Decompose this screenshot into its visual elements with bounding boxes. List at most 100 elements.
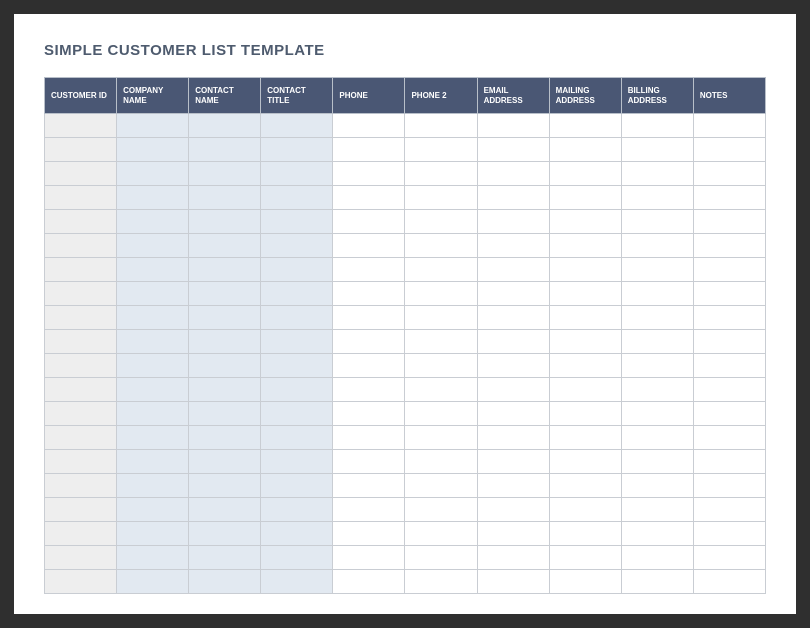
table-cell[interactable] xyxy=(261,570,333,594)
table-cell[interactable] xyxy=(189,258,261,282)
table-cell[interactable] xyxy=(45,498,117,522)
table-cell[interactable] xyxy=(261,426,333,450)
table-cell[interactable] xyxy=(189,426,261,450)
table-cell[interactable] xyxy=(117,426,189,450)
table-cell[interactable] xyxy=(405,546,477,570)
table-cell[interactable] xyxy=(45,426,117,450)
table-cell[interactable] xyxy=(189,522,261,546)
table-cell[interactable] xyxy=(621,306,693,330)
table-cell[interactable] xyxy=(45,306,117,330)
table-cell[interactable] xyxy=(477,354,549,378)
table-cell[interactable] xyxy=(621,402,693,426)
table-cell[interactable] xyxy=(45,162,117,186)
table-cell[interactable] xyxy=(621,498,693,522)
table-cell[interactable] xyxy=(117,522,189,546)
table-cell[interactable] xyxy=(261,330,333,354)
table-cell[interactable] xyxy=(261,522,333,546)
table-cell[interactable] xyxy=(693,570,765,594)
table-cell[interactable] xyxy=(117,498,189,522)
table-cell[interactable] xyxy=(693,210,765,234)
table-cell[interactable] xyxy=(117,402,189,426)
table-cell[interactable] xyxy=(189,282,261,306)
table-cell[interactable] xyxy=(45,258,117,282)
table-cell[interactable] xyxy=(405,570,477,594)
table-cell[interactable] xyxy=(549,282,621,306)
table-cell[interactable] xyxy=(621,186,693,210)
table-cell[interactable] xyxy=(549,234,621,258)
table-cell[interactable] xyxy=(261,450,333,474)
table-cell[interactable] xyxy=(549,450,621,474)
table-cell[interactable] xyxy=(405,282,477,306)
table-cell[interactable] xyxy=(405,138,477,162)
table-cell[interactable] xyxy=(477,546,549,570)
table-cell[interactable] xyxy=(621,138,693,162)
table-cell[interactable] xyxy=(477,426,549,450)
table-cell[interactable] xyxy=(117,354,189,378)
table-cell[interactable] xyxy=(117,450,189,474)
table-cell[interactable] xyxy=(333,282,405,306)
table-cell[interactable] xyxy=(189,354,261,378)
table-cell[interactable] xyxy=(693,234,765,258)
table-cell[interactable] xyxy=(261,474,333,498)
table-cell[interactable] xyxy=(621,354,693,378)
table-cell[interactable] xyxy=(261,234,333,258)
table-cell[interactable] xyxy=(333,258,405,282)
table-cell[interactable] xyxy=(261,282,333,306)
table-cell[interactable] xyxy=(549,306,621,330)
table-cell[interactable] xyxy=(117,138,189,162)
table-cell[interactable] xyxy=(117,186,189,210)
table-cell[interactable] xyxy=(477,378,549,402)
table-cell[interactable] xyxy=(45,402,117,426)
table-cell[interactable] xyxy=(189,138,261,162)
table-cell[interactable] xyxy=(45,522,117,546)
table-cell[interactable] xyxy=(333,474,405,498)
table-cell[interactable] xyxy=(189,162,261,186)
table-cell[interactable] xyxy=(333,522,405,546)
table-cell[interactable] xyxy=(477,282,549,306)
table-cell[interactable] xyxy=(477,258,549,282)
table-cell[interactable] xyxy=(621,258,693,282)
table-cell[interactable] xyxy=(333,498,405,522)
table-cell[interactable] xyxy=(405,114,477,138)
table-cell[interactable] xyxy=(405,258,477,282)
table-cell[interactable] xyxy=(189,114,261,138)
table-cell[interactable] xyxy=(117,210,189,234)
table-cell[interactable] xyxy=(477,522,549,546)
table-cell[interactable] xyxy=(189,306,261,330)
table-cell[interactable] xyxy=(549,570,621,594)
table-cell[interactable] xyxy=(261,402,333,426)
table-cell[interactable] xyxy=(261,354,333,378)
table-cell[interactable] xyxy=(333,162,405,186)
table-cell[interactable] xyxy=(45,450,117,474)
table-cell[interactable] xyxy=(477,474,549,498)
table-cell[interactable] xyxy=(549,138,621,162)
table-cell[interactable] xyxy=(693,282,765,306)
table-cell[interactable] xyxy=(405,522,477,546)
table-cell[interactable] xyxy=(477,498,549,522)
table-cell[interactable] xyxy=(549,330,621,354)
table-cell[interactable] xyxy=(405,426,477,450)
table-cell[interactable] xyxy=(117,258,189,282)
table-cell[interactable] xyxy=(405,402,477,426)
table-cell[interactable] xyxy=(333,114,405,138)
table-cell[interactable] xyxy=(405,498,477,522)
table-cell[interactable] xyxy=(549,522,621,546)
table-cell[interactable] xyxy=(693,138,765,162)
table-cell[interactable] xyxy=(693,162,765,186)
table-cell[interactable] xyxy=(45,138,117,162)
table-cell[interactable] xyxy=(549,378,621,402)
table-cell[interactable] xyxy=(693,522,765,546)
table-cell[interactable] xyxy=(405,330,477,354)
table-cell[interactable] xyxy=(117,570,189,594)
table-cell[interactable] xyxy=(189,186,261,210)
table-cell[interactable] xyxy=(549,426,621,450)
table-cell[interactable] xyxy=(549,114,621,138)
table-cell[interactable] xyxy=(45,234,117,258)
table-cell[interactable] xyxy=(477,210,549,234)
table-cell[interactable] xyxy=(693,474,765,498)
table-cell[interactable] xyxy=(477,402,549,426)
table-cell[interactable] xyxy=(477,234,549,258)
table-cell[interactable] xyxy=(477,306,549,330)
table-cell[interactable] xyxy=(261,378,333,402)
table-cell[interactable] xyxy=(549,210,621,234)
